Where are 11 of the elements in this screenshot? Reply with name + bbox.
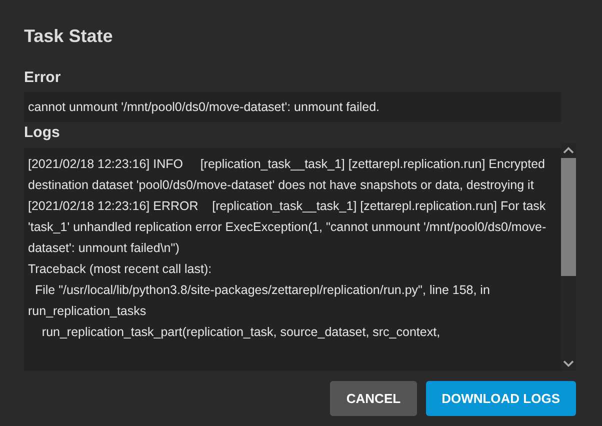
error-message: cannot unmount '/mnt/pool0/ds0/move-dataset': unmount failed.	[24, 92, 561, 122]
scrollbar-thumb[interactable]	[561, 158, 576, 276]
logs-label: Logs	[24, 124, 61, 141]
log-line: run_replication_task_part(replication_task, source_dataset, src_context,	[40, 324, 442, 341]
scrollbar[interactable]	[561, 143, 576, 371]
log-line: Traceback (most recent call last):	[28, 261, 213, 278]
error-label: Error	[24, 69, 62, 86]
log-line: [2021/02/18 12:23:16] ERROR [replication_task__task_1] [zettarepl.replication.run] For task 'task_1' unhandled replication error ExecException(1, "cannot unmount '/mnt/pool0/ds0/move-dataset': unmount failed\n")	[28, 198, 548, 257]
log-line: [2021/02/18 12:23:16] INFO [replication_task__task_1] [zettarepl.replication.run] Encrypted destination dataset 'pool0/ds0/move-dataset' does not have snapshots or data, destroying it	[28, 156, 546, 194]
cancel-button[interactable]: CANCEL	[330, 381, 417, 416]
dialog-title: Task State	[24, 26, 114, 47]
